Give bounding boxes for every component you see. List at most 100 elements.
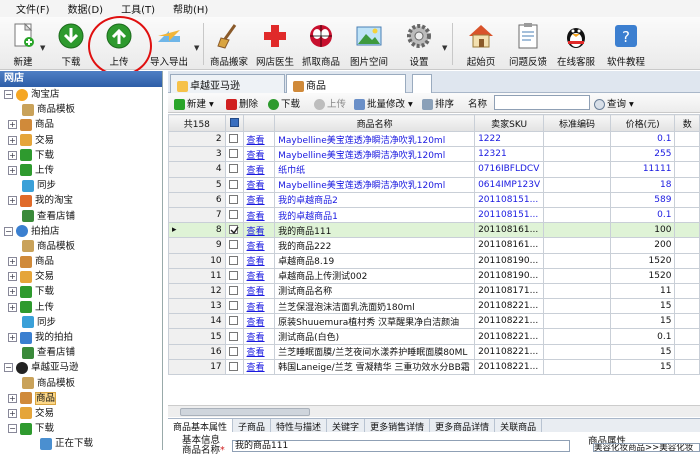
row-checkbox[interactable] [224,282,244,300]
table-row[interactable]: 13 查看 兰芝保湿泡沫洁面乳洗面奶180ml 201108221... 15 [168,298,700,315]
row-checkbox[interactable] [224,161,244,178]
view-link[interactable]: 查看 [242,298,276,315]
collapse-icon[interactable]: − [4,363,13,373]
detail-tab[interactable]: 更多商品详情 [430,419,496,433]
online-service-button[interactable]: 在线客服 [553,20,599,68]
table-row[interactable]: 4 查看 纸巾纸 0716IBFLDCV 11111 [168,161,700,178]
view-link[interactable]: 查看 [242,267,276,284]
horizontal-scrollbar[interactable] [168,405,700,417]
settings-dropdown-icon[interactable]: ▼ [442,44,447,52]
tree-item[interactable]: + 商品 [0,391,162,406]
column-header-code[interactable]: 标准编码 [543,114,611,132]
tree-item[interactable]: 查看店铺 [0,345,162,360]
tree-item[interactable]: 商品模板 [0,239,162,254]
grab-product-button[interactable]: 抓取商品 [298,20,344,68]
table-row[interactable]: 15 查看 测试商品(白色) 201108221... 0.1 [168,328,700,345]
scrollbar-thumb[interactable] [180,408,310,416]
store-doctor-button[interactable]: 网店医生 [252,20,298,68]
menu-file[interactable]: 文件(F) [10,1,56,16]
view-link[interactable]: 查看 [242,343,276,360]
expand-icon[interactable]: + [8,196,17,206]
view-link[interactable]: 查看 [242,191,276,208]
table-row[interactable]: 16 查看 兰芝睡眠面膜/兰芝夜间水漾养护睡眠面膜80ML 201108221... 1… [168,343,700,360]
grid-delete-button[interactable]: 删除 [226,96,258,110]
expand-icon[interactable]: + [8,333,17,342]
home-button[interactable]: 起始页 [458,20,504,68]
download-button[interactable]: 下载 [48,20,94,68]
tree-item[interactable]: 查看店铺 [0,209,162,224]
table-row[interactable]: 2 查看 Maybelline美宝莲透净瞬洁净吹乳120ml 1222 0.1 [168,130,700,148]
row-checkbox[interactable] [224,206,244,224]
import-export-dropdown-icon[interactable]: ▼ [194,44,199,52]
tree-item[interactable]: + 商品 [0,117,162,132]
name-search-input[interactable] [494,95,590,110]
tree-store[interactable]: − 拍拍店 [0,224,162,239]
tree-item[interactable]: + 我的淘宝 [0,193,162,208]
product-attr-field[interactable]: 美容化妆商品>>美容化妆 [593,443,700,452]
view-link[interactable]: 查看 [242,313,276,330]
tree-item[interactable]: + 上传 [0,300,162,315]
row-checkbox[interactable] [224,313,244,330]
row-checkbox[interactable] [224,267,244,284]
expand-icon[interactable]: + [8,287,17,297]
view-link[interactable]: 查看 [242,358,276,376]
select-all-checkbox[interactable] [224,114,244,132]
row-checkbox[interactable] [224,237,244,254]
tree-item[interactable]: + 交易 [0,406,162,421]
tree-item[interactable]: 商品模板 [0,376,162,391]
view-link[interactable]: 查看 [242,130,276,148]
menu-help[interactable]: 帮助(H) [167,1,214,16]
tab-amazon[interactable]: 卓越亚马逊 [170,74,285,93]
row-checkbox[interactable] [224,176,244,193]
row-checkbox[interactable] [224,191,244,208]
view-link[interactable]: 查看 [242,161,276,178]
tree-item[interactable]: + 下载 [0,148,162,163]
tree-item[interactable]: 同步 [0,315,162,330]
expand-icon[interactable]: + [8,150,17,160]
detail-tab[interactable]: 子商品 [233,419,272,433]
table-row[interactable]: 11 查看 卓越商品上传测试002 201108190... 1520 [168,267,700,284]
view-link[interactable]: 查看 [242,146,276,163]
row-checkbox[interactable] [224,130,244,148]
column-header-name[interactable]: 商品名称 [274,114,476,132]
table-row[interactable]: 6 查看 我的卓越商品2 201108151... 589 [168,191,700,208]
query-button[interactable]: 查询 ▾ [594,96,634,110]
view-link[interactable]: 查看 [242,328,276,345]
tree-item[interactable]: + 我的拍拍 [0,330,162,345]
tree-item[interactable]: 商品模板 [0,102,162,117]
table-row[interactable]: 3 查看 Maybelline美宝莲透净瞬洁净吹乳120ml 12321 255 [168,146,700,163]
grid-upload-button[interactable]: 上传 [314,96,346,110]
view-link[interactable]: 查看 [242,206,276,224]
feedback-button[interactable]: 问题反馈 [505,20,551,68]
tree-store[interactable]: − 卓越亚马逊 [0,360,162,375]
expand-icon[interactable]: + [8,135,17,145]
expand-icon[interactable]: + [8,393,17,403]
tree-item[interactable]: + 交易 [0,133,162,148]
table-row[interactable]: 10 查看 卓越商品8.19 201108190... 1520 [168,252,700,269]
table-row[interactable]: ▸ 8 查看 我的商品111 201108161... 100 [168,222,700,239]
product-name-field[interactable]: 我的商品111 [232,440,570,452]
expand-icon[interactable]: + [8,272,17,282]
grid-new-button[interactable]: 新建 ▾ [174,96,214,110]
row-checkbox[interactable] [224,146,244,163]
detail-tab[interactable]: 特性与描述 [271,419,328,433]
table-row[interactable]: 9 查看 我的商品222 201108161... 200 [168,237,700,254]
menu-tools[interactable]: 工具(T) [115,1,161,16]
expand-icon[interactable]: − [8,424,17,434]
detail-tab[interactable]: 关键字 [327,419,366,433]
image-space-button[interactable]: 图片空间 [346,20,392,68]
tab-products[interactable]: 商品 [286,74,406,93]
view-link[interactable]: 查看 [242,237,276,254]
row-checkbox[interactable] [224,252,244,269]
view-link[interactable]: 查看 [242,176,276,193]
table-row[interactable]: 12 查看 测试商品名称 201108171... 11 [168,282,700,300]
tree-item[interactable]: 同步 [0,178,162,193]
table-row[interactable]: 7 查看 我的卓越商品1 201108151... 0.1 [168,206,700,224]
table-row[interactable]: 17 查看 韩国Laneige/兰芝 雪凝精华 三重功效水分BB霜 201108221… [168,358,700,376]
detail-tab[interactable]: 关联商品 [495,419,543,433]
batch-edit-button[interactable]: 批量修改 ▾ [354,96,413,110]
tutorial-button[interactable]: ? 软件教程 [603,20,649,68]
table-row[interactable]: 5 查看 Maybelline美宝莲透净瞬洁净吹乳120ml 0614IMP123V 1… [168,176,700,193]
column-header-qty[interactable]: 数 [674,114,700,132]
settings-button[interactable]: 设置 [396,20,442,68]
